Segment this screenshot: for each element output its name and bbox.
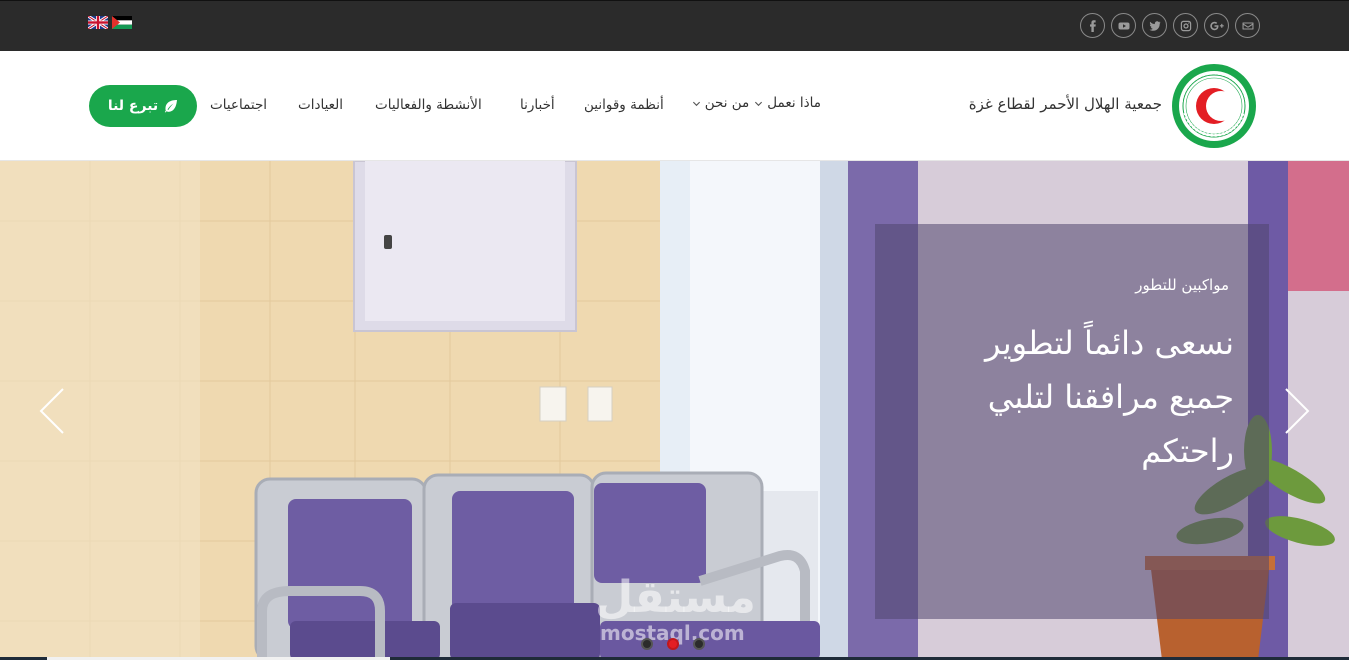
donate-button[interactable]: تبرع لنا <box>89 85 197 127</box>
twitter-icon[interactable] <box>1142 13 1167 38</box>
site-header: جمعية الهلال الأحمر لقطاع غزة من نحن ماذ… <box>0 51 1349 161</box>
email-icon[interactable] <box>1235 13 1260 38</box>
red-crescent-logo[interactable] <box>1171 63 1257 149</box>
nav-item-label: أنظمة وقوانين <box>584 97 664 113</box>
slider-prev-button[interactable] <box>39 388 65 434</box>
nav-item-label: أخبارنا <box>520 97 555 113</box>
chevron-down-icon <box>755 101 763 106</box>
top-bar <box>0 0 1349 51</box>
slide-caption: مواكبين للتطور نسعى دائماً لتطوير جميع م… <box>875 224 1269 619</box>
nav-item-news[interactable]: أخبارنا <box>520 97 555 113</box>
nav-item-social[interactable]: اجتماعيات <box>210 97 267 113</box>
chevron-right-icon <box>1285 388 1310 434</box>
slide-subtitle: مواكبين للتطور <box>1135 276 1229 294</box>
nav-item-label: من نحن <box>704 95 750 111</box>
english-flag-icon[interactable] <box>88 16 108 29</box>
slider-next-button[interactable] <box>1284 388 1310 434</box>
palestine-flag-icon[interactable] <box>112 16 132 29</box>
google-plus-icon[interactable] <box>1204 13 1229 38</box>
nav-item-regulations[interactable]: أنظمة وقوانين <box>584 97 664 113</box>
donate-label: تبرع لنا <box>107 98 159 114</box>
facebook-icon[interactable] <box>1080 13 1105 38</box>
nav-item-label: اجتماعيات <box>210 97 268 113</box>
nav-item-what-we-do[interactable]: ماذا نعمل <box>754 95 821 111</box>
nav-item-label: ماذا نعمل <box>767 95 821 111</box>
slider-dot[interactable] <box>693 638 705 650</box>
social-links <box>1080 13 1260 38</box>
nav-item-label: العيادات <box>298 97 344 113</box>
leaf-icon <box>164 100 178 113</box>
nav-item-clinics[interactable]: العيادات <box>298 97 343 113</box>
chevron-down-icon <box>692 101 700 106</box>
slider-dot[interactable] <box>641 638 653 650</box>
slider-pagination <box>641 638 705 650</box>
slide-title: نسعى دائماً لتطوير جميع مرافقنا لتلبي را… <box>985 324 1234 470</box>
hero-slider: مواكبين للتطور نسعى دائماً لتطوير جميع م… <box>0 161 1349 660</box>
language-switcher <box>88 16 132 29</box>
main-navigation: من نحن ماذا نعمل <box>692 95 835 111</box>
organization-name[interactable]: جمعية الهلال الأحمر لقطاع غزة <box>969 95 1162 113</box>
youtube-icon[interactable] <box>1111 13 1136 38</box>
nav-item-label: الأنشطة والفعاليات <box>375 97 482 113</box>
watermark-logo: مستقل <box>595 572 756 623</box>
instagram-icon[interactable] <box>1173 13 1198 38</box>
slider-dot-active[interactable] <box>667 638 679 650</box>
nav-item-about[interactable]: من نحن <box>692 95 750 111</box>
chevron-left-icon <box>39 388 64 434</box>
nav-item-activities[interactable]: الأنشطة والفعاليات <box>375 97 482 113</box>
